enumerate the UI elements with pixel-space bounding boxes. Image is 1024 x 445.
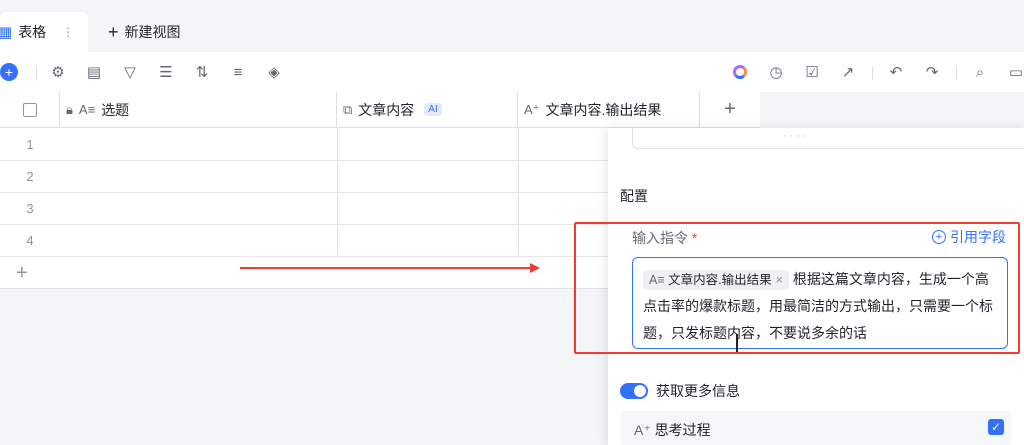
search-icon[interactable]: ⌕	[970, 62, 990, 82]
column-header-topic[interactable]: 🔒︎ A≡ 选题	[60, 92, 337, 127]
row-number: 1	[26, 136, 34, 152]
table-header: 🔒︎ A≡ 选题 ⧉ 文章内容 AI A⁺ 文章内容.输出结果 +	[0, 92, 760, 128]
select-all-checkbox[interactable]	[0, 92, 60, 127]
sort-icon[interactable]: ⇅	[192, 62, 212, 82]
thinking-process-option[interactable]: A⁺ 思考过程 ✓	[620, 411, 1012, 445]
group-icon[interactable]: ☰	[156, 62, 176, 82]
column-label: 选题	[101, 101, 130, 118]
filter-icon[interactable]: ▽	[120, 62, 140, 82]
redo-icon[interactable]: ↷	[922, 62, 942, 82]
column-divider	[337, 127, 338, 255]
checkbox-icon	[22, 102, 37, 117]
add-row-button[interactable]: +	[16, 262, 28, 285]
toolbar-divider	[956, 66, 957, 80]
share-icon[interactable]: ↗	[838, 62, 858, 82]
more-info-toggle[interactable]	[620, 383, 648, 399]
more-info-toggle-row: 获取更多信息	[620, 381, 740, 401]
thinking-label: A⁺ 思考过程	[634, 420, 711, 440]
new-view-label: 新建视图	[124, 24, 181, 40]
history-icon[interactable]: ◷	[766, 62, 786, 82]
comment-icon[interactable]: ▭	[1006, 62, 1024, 82]
form-icon[interactable]: ▤	[84, 62, 104, 82]
toolbar: + ⚙ ▤ ▽ ☰ ⇅ ≡ ◈ ◷ ☑ ↗ ↶ ↷ ⌕ ▭	[0, 52, 1024, 92]
annotation-highlight-box	[574, 222, 1020, 354]
lock-icon: 🔒︎	[66, 101, 73, 117]
link-icon: ⧉	[343, 101, 353, 117]
new-view-button[interactable]: + 新建视图	[108, 22, 181, 42]
column-header-content[interactable]: ⧉ 文章内容 AI	[337, 92, 518, 127]
toolbar-divider	[872, 66, 873, 80]
toggle-label: 获取更多信息	[656, 383, 740, 399]
section-title: 配置	[620, 188, 648, 204]
checkbox-checked-icon[interactable]: ✓	[988, 419, 1004, 435]
more-vertical-icon[interactable]: ⋮	[62, 25, 74, 39]
add-column-button[interactable]: +	[700, 92, 760, 127]
ai-text-icon: A⁺	[634, 422, 655, 438]
ai-text-icon: A⁺	[524, 101, 540, 117]
row-number: 4	[26, 232, 34, 248]
settings-icon[interactable]: ⚙	[48, 62, 68, 82]
tab-grid-view[interactable]: ▦ 表格 ⋮	[0, 12, 88, 52]
thinking-label-text: 思考过程	[654, 422, 711, 438]
collapsed-card: · · · ·	[632, 128, 1024, 149]
row-number: 2	[26, 168, 34, 184]
column-label: 文章内容	[358, 101, 415, 118]
checklist-icon[interactable]: ☑	[802, 62, 822, 82]
undo-icon[interactable]: ↶	[886, 62, 906, 82]
toolbar-divider	[36, 66, 37, 80]
tab-label: 表格	[18, 24, 47, 40]
plus-icon: +	[108, 22, 119, 42]
annotation-arrow	[240, 262, 540, 274]
grid-table-icon: ▦	[0, 24, 13, 41]
view-tab-bar: ▦ 表格 ⋮ + 新建视图	[0, 0, 1024, 52]
ai-badge: AI	[424, 103, 442, 116]
text-icon: A≡	[78, 102, 96, 117]
fill-color-icon[interactable]: ◈	[264, 62, 284, 82]
add-record-icon[interactable]: +	[0, 63, 18, 81]
row-height-icon[interactable]: ≡	[228, 62, 248, 82]
column-header-output[interactable]: A⁺ 文章内容.输出结果	[518, 92, 700, 127]
column-label: 文章内容.输出结果	[545, 101, 662, 118]
column-divider	[518, 127, 519, 255]
ai-assistant-icon[interactable]	[730, 62, 750, 82]
row-number: 3	[26, 200, 34, 216]
